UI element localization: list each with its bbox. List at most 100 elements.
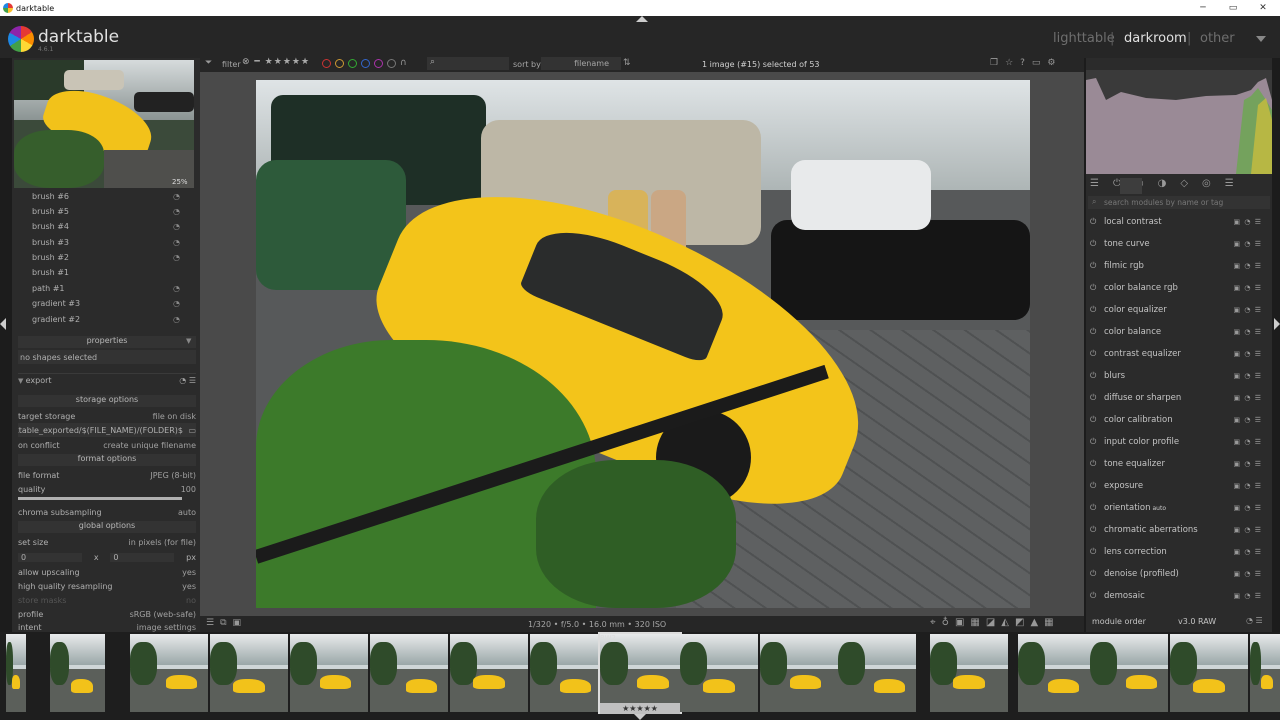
quality-value[interactable]: 100	[181, 485, 196, 494]
shape-item[interactable]: path #1 ◔	[32, 284, 182, 297]
power-icon[interactable]: ⏻	[1090, 261, 1104, 271]
module-color-balance-rgb[interactable]: ⏻ color balance rgb ▣ ◔ ☰	[1090, 277, 1266, 299]
profile-value[interactable]: sRGB (web-safe)	[130, 610, 196, 619]
module-actions-icons[interactable]: ▣ ◔ ☰	[1234, 592, 1262, 600]
sort-order-icon[interactable]: ⇅	[623, 58, 631, 68]
shape-item[interactable]: brush #4 ◔	[32, 222, 182, 235]
view-tool-icons[interactable]: ⌖♁▣▦◪◭◩▲▦	[930, 617, 1060, 628]
module-actions-icons[interactable]: ▣ ◔ ☰	[1234, 548, 1262, 556]
module-actions-icons[interactable]: ▣ ◔ ☰	[1234, 350, 1262, 358]
module-color-calibration[interactable]: ⏻ color calibration ▣ ◔ ☰	[1090, 409, 1266, 431]
collapse-right-arrow-icon[interactable]	[1274, 318, 1280, 330]
filmstrip-thumbnail[interactable]	[1170, 634, 1248, 712]
set-size-row[interactable]: set size in pixels (for file)	[18, 535, 196, 549]
module-actions-icons[interactable]: ▣ ◔ ☰	[1234, 394, 1262, 402]
yellow-label-icon[interactable]	[335, 59, 344, 68]
export-module-header[interactable]: ▼ export ◔ ☰	[18, 373, 196, 387]
export-path-field[interactable]: $(FOLDER)/darktable_exported/$(FILE_NAME…	[18, 423, 196, 437]
minimize-button[interactable]: ─	[1188, 0, 1218, 16]
target-storage-value[interactable]: file on disk	[153, 412, 196, 421]
filmstrip-thumbnail[interactable]	[930, 634, 1008, 712]
power-icon[interactable]: ⏻	[1090, 437, 1104, 447]
view-lighttable[interactable]: lighttable	[1053, 31, 1115, 46]
filmstrip-thumbnail[interactable]	[1018, 634, 1096, 712]
shape-state-icon[interactable]: ◔	[173, 238, 180, 247]
hq-resampling-row[interactable]: high quality resampling yes	[18, 579, 196, 593]
filmstrip-thumbnail[interactable]	[6, 634, 26, 712]
filmstrip-thumbnail[interactable]	[290, 634, 368, 712]
module-actions-icons[interactable]: ▣ ◔ ☰	[1234, 306, 1262, 314]
module-exposure[interactable]: ⏻ exposure ▣ ◔ ☰	[1090, 475, 1266, 497]
module-actions-icons[interactable]: ▣ ◔ ☰	[1234, 482, 1262, 490]
active-modules-tab[interactable]	[1120, 178, 1142, 194]
filmstrip-thumbnail[interactable]	[210, 634, 288, 712]
main-image[interactable]	[256, 80, 1030, 608]
filmstrip-thumbnail[interactable]	[1090, 634, 1168, 712]
shape-state-icon[interactable]: ◔	[173, 284, 180, 293]
module-diffuse-or-sharpen[interactable]: ⏻ diffuse or sharpen ▣ ◔ ☰	[1090, 387, 1266, 409]
filmstrip-thumbnail[interactable]	[130, 634, 208, 712]
close-button[interactable]: ✕	[1248, 0, 1278, 16]
view-darkroom[interactable]: darkroom	[1124, 31, 1187, 46]
module-actions-icons[interactable]: ▣ ◔ ☰	[1234, 240, 1262, 248]
shape-item[interactable]: brush #6 ◔	[32, 192, 182, 205]
shape-item[interactable]: brush #2 ◔	[32, 253, 182, 266]
export-path-text[interactable]: $(FOLDER)/darktable_exported/$(FILE_NAME…	[18, 426, 183, 435]
module-actions-icons[interactable]: ▣ ◔ ☰	[1234, 328, 1262, 336]
filmstrip-thumbnail[interactable]	[370, 634, 448, 712]
module-filmic-rgb[interactable]: ⏻ filmic rgb ▣ ◔ ☰	[1090, 255, 1266, 277]
filter-icon[interactable]: ⏷	[205, 58, 212, 68]
shape-item[interactable]: gradient #2 ◔	[32, 315, 182, 328]
power-icon[interactable]: ⏻	[1090, 305, 1104, 315]
on-conflict-row[interactable]: on conflict create unique filename	[18, 438, 196, 452]
module-denoise-profiled-[interactable]: ⏻ denoise (profiled) ▣ ◔ ☰	[1090, 563, 1266, 585]
filmstrip-thumbnail[interactable]	[680, 634, 758, 712]
shape-state-icon[interactable]: ◔	[173, 253, 180, 262]
navigation-zoom[interactable]: 25%	[172, 178, 188, 186]
module-orientation[interactable]: ⏻ orientation auto ▣ ◔ ☰	[1090, 497, 1266, 519]
module-tone-equalizer[interactable]: ⏻ tone equalizer ▣ ◔ ☰	[1090, 453, 1266, 475]
views-dropdown-icon[interactable]	[1256, 36, 1266, 42]
search-input[interactable]: ⌕	[427, 57, 509, 70]
shape-state-icon[interactable]: ◔	[173, 207, 180, 216]
filmstrip-thumbnail[interactable]	[598, 632, 682, 714]
power-icon[interactable]: ⏻	[1090, 327, 1104, 337]
module-tone-curve[interactable]: ⏻ tone curve ▣ ◔ ☰	[1090, 233, 1266, 255]
power-icon[interactable]: ⏻	[1090, 349, 1104, 359]
module-color-balance[interactable]: ⏻ color balance ▣ ◔ ☰	[1090, 321, 1266, 343]
quality-row[interactable]: quality 100	[18, 482, 196, 496]
star-rating[interactable]: ★★★★★	[600, 703, 680, 714]
upscaling-row[interactable]: allow upscaling yes	[18, 565, 196, 579]
power-icon[interactable]: ⏻	[1090, 415, 1104, 425]
module-actions-icons[interactable]: ▣ ◔ ☰	[1234, 570, 1262, 578]
properties-toggle-icon[interactable]: ▼	[186, 337, 191, 345]
module-lens-correction[interactable]: ⏻ lens correction ▣ ◔ ☰	[1090, 541, 1266, 563]
module-search-input[interactable]: search modules by name or tag	[1088, 196, 1270, 209]
module-blurs[interactable]: ⏻ blurs ▣ ◔ ☰	[1090, 365, 1266, 387]
shape-state-icon[interactable]: ◔	[173, 315, 180, 324]
file-format-row[interactable]: file format JPEG (8-bit)	[18, 468, 196, 482]
shape-state-icon[interactable]: ◔	[173, 222, 180, 231]
module-actions-icons[interactable]: ▣ ◔ ☰	[1234, 526, 1262, 534]
purple-label-icon[interactable]	[374, 59, 383, 68]
filmstrip-thumbnail[interactable]	[1250, 634, 1280, 712]
on-conflict-value[interactable]: create unique filename	[103, 441, 196, 450]
rating-filter[interactable]: ⊗ ━ ★★★★★	[242, 57, 310, 67]
collapse-top-arrow-icon[interactable]	[636, 16, 648, 22]
quality-slider[interactable]	[18, 497, 182, 500]
shape-item[interactable]: brush #5 ◔	[32, 207, 182, 220]
power-icon[interactable]: ⏻	[1090, 547, 1104, 557]
height-input[interactable]: 0	[110, 552, 175, 562]
power-icon[interactable]: ⏻	[1090, 283, 1104, 293]
module-order-value[interactable]: v3.0 RAW	[1178, 617, 1216, 626]
width-input[interactable]: 0	[18, 552, 82, 562]
module-local-contrast[interactable]: ⏻ local contrast ▣ ◔ ☰	[1090, 211, 1266, 233]
chroma-value[interactable]: auto	[178, 508, 196, 517]
profile-row[interactable]: profile sRGB (web-safe)	[18, 607, 196, 621]
view-other[interactable]: other	[1200, 31, 1235, 46]
top-right-toolbar-icons[interactable]: ❐☆?▭⚙	[990, 58, 1063, 68]
filmstrip-thumbnail[interactable]	[760, 634, 838, 712]
power-icon[interactable]: ⏻	[1090, 569, 1104, 579]
module-actions-icons[interactable]: ▣ ◔ ☰	[1234, 504, 1262, 512]
green-label-icon[interactable]	[348, 59, 357, 68]
